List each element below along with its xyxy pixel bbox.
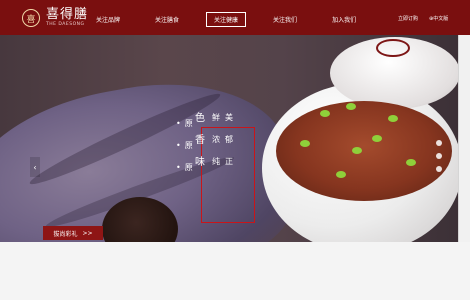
nav-item-about[interactable]: 关注我们 bbox=[265, 12, 305, 27]
brand-text: 喜得膳 THE DAESONG bbox=[46, 8, 88, 28]
scallion-decor bbox=[346, 103, 356, 110]
chevron-left-icon: ‹ bbox=[33, 162, 37, 172]
braised-meat-rice-image bbox=[276, 101, 452, 201]
scallion-decor bbox=[336, 171, 346, 178]
scallion-decor bbox=[352, 147, 362, 154]
scallion-decor bbox=[372, 135, 382, 142]
gift-cta-button[interactable]: 拔尚彩礼 >> bbox=[43, 226, 103, 240]
scallion-decor bbox=[300, 140, 310, 147]
order-now-link[interactable]: 立即订购 bbox=[398, 15, 418, 22]
nav-item-meals[interactable]: 关注膳食 bbox=[147, 12, 187, 27]
slogan-bullet: • bbox=[176, 163, 181, 172]
header-right-links: 立即订购 ⊕中文版 bbox=[398, 15, 459, 22]
slogan-char-aroma: 香 bbox=[195, 135, 208, 146]
slogan-text: 鲜美 bbox=[212, 113, 238, 122]
carousel-dot[interactable] bbox=[436, 166, 442, 172]
slogan-char-color: 色 bbox=[195, 113, 208, 124]
slogan-col-3: 鲜美 浓郁 纯正 bbox=[212, 112, 238, 178]
brand-name-cn: 喜得膳 bbox=[46, 7, 89, 23]
language-switch[interactable]: ⊕中文版 bbox=[429, 15, 448, 22]
nav-item-join[interactable]: 加入我们 bbox=[324, 12, 364, 27]
side-scroll-edge bbox=[458, 35, 470, 247]
slogan-bullet: • bbox=[176, 141, 181, 150]
top-navbar: 喜 喜得膳 THE DAESONG 关注品牌 关注膳食 关注健康 关注我们 加入… bbox=[0, 0, 470, 36]
brand-logo[interactable]: 喜 喜得膳 THE DAESONG bbox=[22, 6, 88, 30]
carousel-prev-button[interactable]: ‹ bbox=[30, 157, 40, 177]
slogan-col-2: 色 香 味 bbox=[195, 109, 208, 175]
slogan-char-taste: 味 bbox=[195, 157, 208, 168]
nav-item-health[interactable]: 关注健康 bbox=[206, 12, 247, 27]
carousel-dot[interactable] bbox=[436, 140, 442, 146]
cta-label: 拔尚彩礼 bbox=[53, 230, 78, 238]
nav-item-brand[interactable]: 关注品牌 bbox=[88, 12, 128, 27]
page-below-content bbox=[0, 242, 470, 300]
main-nav: 关注品牌 关注膳食 关注健康 关注我们 加入我们 bbox=[88, 12, 383, 27]
brand-badge-icon: 喜 bbox=[22, 9, 40, 27]
carousel-pagination bbox=[436, 140, 442, 179]
scallion-decor bbox=[388, 115, 398, 122]
brand-name-en: THE DAESONG bbox=[46, 22, 85, 28]
slogan-bullet: • bbox=[176, 119, 181, 128]
slogan-text: 浓郁 bbox=[212, 135, 238, 144]
double-chevron-right-icon: >> bbox=[82, 229, 93, 237]
scallion-decor bbox=[320, 110, 330, 117]
carousel-dot[interactable] bbox=[436, 153, 442, 159]
hero-banner: • 原 • 原 • 原 色 香 味 鲜美 浓郁 纯正 拔尚彩礼 >> ‹ bbox=[0, 35, 470, 242]
lid-pattern-decor bbox=[376, 39, 410, 57]
slogan-text: 纯正 bbox=[212, 157, 238, 166]
scallion-decor bbox=[406, 159, 416, 166]
